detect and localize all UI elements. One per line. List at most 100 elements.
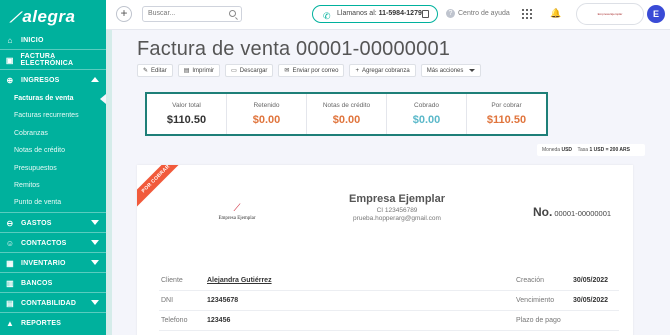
field-label: Plazo de pago bbox=[516, 317, 561, 324]
sidebar-sub-notas-de-credito[interactable]: Notas de crédito bbox=[14, 147, 65, 154]
inventory-icon: ▦ bbox=[6, 258, 14, 268]
contacts-icon: ☺ bbox=[5, 238, 15, 248]
sidebar-item-inventario[interactable]: ▦ INVENTARIO bbox=[0, 254, 106, 272]
currency-value: USD bbox=[561, 147, 573, 153]
help-label: Centro de ayuda bbox=[458, 10, 510, 17]
sidebar: ⟋ alegra ⌂ INICIO ▣ FACTURA ELECTRÓNICA … bbox=[0, 0, 112, 335]
field-label: Telefono bbox=[161, 317, 188, 324]
company-logo[interactable]: Empresa Ejemplar bbox=[576, 3, 644, 25]
download-icon: ▭ bbox=[231, 68, 237, 74]
plus-icon: + bbox=[355, 67, 359, 74]
accounting-icon: ▤ bbox=[6, 298, 14, 308]
sidebar-item-label: REPORTES bbox=[21, 319, 62, 327]
sidebar-item-gastos[interactable]: ⊖ GASTOS bbox=[0, 214, 106, 232]
sidebar-item-reportes[interactable]: ▲ REPORTES bbox=[0, 314, 106, 332]
feather-logo-icon: ⟋ bbox=[233, 203, 241, 214]
sidebar-sub-punto-de-venta[interactable]: Punto de venta bbox=[14, 199, 61, 206]
field-label: Vencimiento bbox=[516, 297, 555, 304]
sidebar-edge bbox=[106, 0, 112, 335]
status-ribbon-clip: POR COBRAR bbox=[137, 165, 187, 215]
sidebar-item-bancos[interactable]: ▥ BANCOS bbox=[0, 274, 106, 292]
field-value: 30/05/2022 bbox=[573, 277, 609, 284]
sidebar-item-label: CONTACTOS bbox=[21, 239, 67, 247]
print-button[interactable]: ▤ Imprimir bbox=[177, 64, 221, 77]
quick-add-button[interactable]: + bbox=[116, 6, 132, 22]
pencil-icon: ✎ bbox=[143, 68, 149, 74]
more-actions-label: Más acciones bbox=[426, 67, 464, 74]
summary-label: Cobrado bbox=[414, 102, 439, 109]
summary-value: $0.00 bbox=[252, 114, 281, 126]
sidebar-divider bbox=[0, 49, 106, 50]
more-actions-dropdown[interactable]: Más acciones bbox=[420, 64, 482, 77]
sidebar-item-label: INICIO bbox=[21, 36, 44, 44]
status-ribbon: POR COBRAR bbox=[137, 165, 185, 208]
add-payment-button[interactable]: + Agregar cobranza bbox=[349, 64, 416, 77]
envelope-icon: ✉ bbox=[284, 68, 290, 74]
company-email: prueba.hopperarg@gmail.com bbox=[353, 215, 441, 222]
download-button[interactable]: ▭ Descargar bbox=[225, 64, 274, 77]
reports-icon: ▲ bbox=[5, 318, 15, 328]
field-label: DNI bbox=[161, 297, 174, 304]
field-label: Creación bbox=[516, 277, 545, 284]
sidebar-sub-presupuestos[interactable]: Presupuestos bbox=[14, 165, 57, 172]
invoice-icon: ▣ bbox=[5, 55, 14, 65]
sidebar-sub-remitos[interactable]: Remitos bbox=[14, 182, 40, 189]
client-link[interactable]: Alejandra Gutiérrez bbox=[207, 277, 272, 284]
help-icon: ? bbox=[446, 9, 455, 18]
copy-icon[interactable] bbox=[422, 10, 429, 18]
currency-info: Moneda USD Tasa 1 USD = 200 ARS bbox=[537, 144, 645, 156]
sidebar-item-factura-electronica[interactable]: ▣ FACTURA ELECTRÓNICA bbox=[0, 51, 106, 69]
summary-label: Retenido bbox=[253, 102, 280, 109]
invoice-number: No. 00001-00000001 bbox=[533, 205, 611, 219]
sidebar-divider bbox=[0, 292, 106, 293]
search-input[interactable]: Buscar... bbox=[142, 6, 242, 22]
summary-value: $0.00 bbox=[332, 114, 361, 126]
field-value: 30/05/2022 bbox=[573, 297, 609, 304]
chevron-down-icon bbox=[91, 220, 99, 225]
number-label: No. bbox=[533, 205, 553, 219]
invoice-actions-toolbar: ✎ Editar ▤ Imprimir ▭ Descargar ✉ Enviar… bbox=[137, 64, 482, 77]
sidebar-item-label: INVENTARIO bbox=[21, 259, 66, 267]
call-prefix: Llamanos al: bbox=[337, 10, 377, 17]
sidebar-item-contactos[interactable]: ☺ CONTACTOS bbox=[0, 234, 106, 252]
help-center-link[interactable]: ? Centro de ayuda bbox=[446, 9, 510, 18]
summary-credit-notes: Notas de crédito $0.00 bbox=[307, 94, 387, 134]
logo-name: Empresa Ejemplar bbox=[218, 216, 256, 221]
sidebar-item-label: INGRESOS bbox=[21, 76, 60, 84]
notifications-bell-icon[interactable]: 🔔 bbox=[550, 8, 561, 19]
table-row: DNI 12345678 Vencimiento 30/05/2022 bbox=[159, 291, 619, 311]
active-indicator-icon bbox=[100, 94, 106, 104]
summary-pending: Por cobrar $110.50 bbox=[467, 94, 546, 134]
summary-label: Por cobrar bbox=[491, 102, 522, 109]
apps-grid-icon[interactable] bbox=[522, 9, 532, 19]
sidebar-divider bbox=[0, 272, 106, 273]
sidebar-divider bbox=[0, 212, 106, 213]
send-email-button[interactable]: ✉ Enviar por correo bbox=[278, 64, 345, 77]
logo-text: alegra bbox=[22, 7, 76, 26]
sidebar-item-ingresos[interactable]: ⊕ INGRESOS bbox=[0, 71, 106, 89]
print-label: Imprimir bbox=[192, 67, 215, 74]
alegra-logo-icon: ⟋ bbox=[10, 8, 21, 25]
sidebar-sub-facturas-de-venta[interactable]: Facturas de venta bbox=[14, 95, 74, 102]
sidebar-item-label: BANCOS bbox=[21, 279, 53, 287]
field-label: Cliente bbox=[161, 277, 183, 284]
document-company-logo: ⟋ Empresa Ejemplar bbox=[207, 203, 267, 221]
expenses-icon: ⊖ bbox=[6, 218, 14, 228]
summary-label: Notas de crédito bbox=[322, 102, 371, 109]
avatar[interactable]: E bbox=[647, 5, 665, 23]
call-number: 11-5984-1279 bbox=[378, 10, 422, 17]
app-logo[interactable]: ⟋ alegra bbox=[0, 0, 106, 34]
sidebar-sub-cobranzas[interactable]: Cobranzas bbox=[14, 130, 48, 137]
currency-label: Moneda bbox=[542, 147, 561, 153]
download-label: Descargar bbox=[239, 67, 268, 74]
sidebar-item-inicio[interactable]: ⌂ INICIO bbox=[0, 31, 106, 49]
call-us-button[interactable]: ✆ Llamanos al: 11-5984-1279 bbox=[312, 5, 438, 23]
topbar: + Buscar... ✆ Llamanos al: 11-5984-1279 … bbox=[106, 0, 670, 30]
chevron-down-icon bbox=[469, 69, 476, 72]
sidebar-item-contabilidad[interactable]: ▤ CONTABILIDAD bbox=[0, 294, 106, 312]
summary-value: $0.00 bbox=[412, 114, 441, 126]
company-name: Empresa Ejemplar bbox=[349, 193, 445, 205]
company-ci: CI 123456789 bbox=[376, 207, 418, 214]
edit-button[interactable]: ✎ Editar bbox=[137, 64, 173, 77]
sidebar-sub-facturas-recurrentes[interactable]: Facturas recurrentes bbox=[14, 112, 79, 119]
